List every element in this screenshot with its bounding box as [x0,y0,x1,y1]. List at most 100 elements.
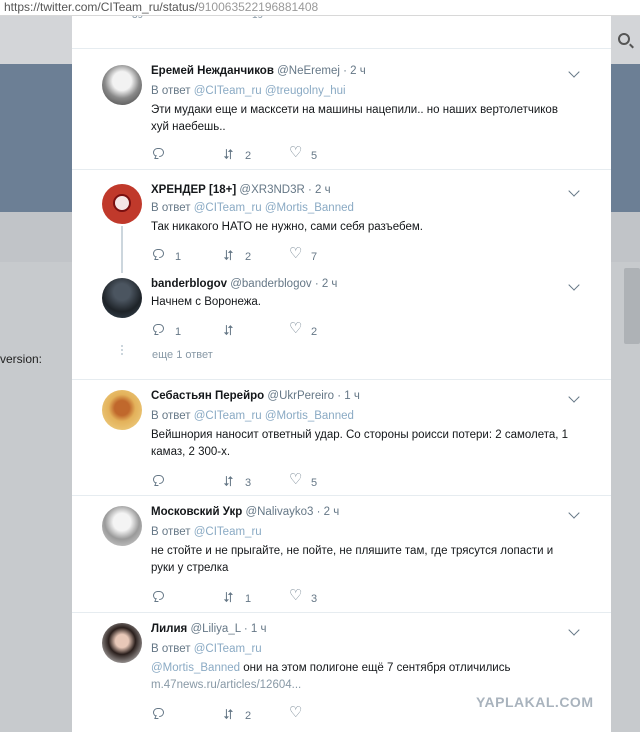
retweet-icon: ⮃ [223,473,235,489]
article-link[interactable]: m.47news.ru/articles/12604... [151,679,301,691]
retweet-count: 1 [245,593,252,605]
tweet-header: Московский Укр @Nalivayko3 · 2 ч [151,506,339,518]
timestamp[interactable]: · 2 ч [343,65,366,77]
reply-prefix: В ответ [151,526,191,538]
search-icon[interactable] [618,33,630,45]
reply-icon [153,249,164,258]
display-name[interactable]: banderblogov [151,278,227,290]
display-name[interactable]: Московский Укр [151,506,242,518]
reply-prefix: В ответ [151,410,191,422]
heart-icon: ♡ [289,704,303,721]
like-count: 5 [311,477,318,489]
chevron-down-icon[interactable] [568,624,580,636]
tweet[interactable]: ХРЕНДЕР [18+] @XR3ND3R · 2 ч В ответ @CI… [72,169,611,273]
retweet-icon: ⮃ [223,146,235,162]
tweet-text: Эти мудаки еще и масксети на машины наце… [151,104,558,133]
avatar[interactable] [102,278,142,318]
reply-icon [153,475,164,484]
avatar[interactable] [102,623,142,663]
reply-icon [153,324,164,333]
tweet-text: не стойте и не прыгайте, не пойте, не пл… [151,545,554,574]
retweet-icon: ⮃ [223,589,235,605]
chevron-down-icon[interactable] [568,185,580,197]
timestamp[interactable]: · 2 ч [317,506,340,518]
tweet-text-body: они на этом полигоне ещё 7 сентября отли… [243,662,511,674]
retweet-count: 2 [245,710,252,722]
tweet[interactable]: Лилия @Liliya_L · 1 ч В ответ @CITeam_ru… [72,612,611,733]
tweet-text: Вейшнория наносит ответный удар. Со стор… [151,429,569,458]
reply-icon [153,591,164,600]
like-count: 7 [311,251,318,263]
reply-to-links[interactable]: @CITeam_ru @treugolny_hui [194,85,346,97]
background-scrollbar[interactable] [624,268,640,344]
url-text: https://twitter.com/CITeam_ru/status/ [4,0,199,14]
timestamp[interactable]: · 1 ч [337,390,360,402]
reply-prefix: В ответ [151,643,191,655]
display-name[interactable]: ХРЕНДЕР [18+] [151,184,236,196]
retweet-count: 3 [245,477,252,489]
tweet[interactable]: banderblogov @banderblogov · 2 ч Начнем … [72,272,611,361]
retweet-icon: ⮃ [223,322,235,338]
retweet-count: 2 [245,251,252,263]
tweet-text: @Mortis_Banned они на этом полигоне ещё … [151,660,571,694]
reply-prefix: В ответ [151,202,191,214]
tweet[interactable]: Еремей Нежданчиков @NeEremej · 2 ч В отв… [72,48,611,169]
background-version-label: version: [0,352,43,366]
reply-context: В ответ @CITeam_ru @treugolny_hui [151,85,346,97]
conversation-panel: 39 19 Еремей Нежданчиков @NeEremej · 2 ч… [72,16,611,732]
display-name[interactable]: Еремей Нежданчиков [151,65,274,77]
avatar[interactable] [102,184,142,224]
reply-context: В ответ @CITeam_ru [151,526,262,538]
heart-icon: ♡ [289,245,303,262]
previous-reply-count: 39 [132,16,143,21]
user-handle[interactable]: @Liliya_L [190,623,240,635]
chevron-down-icon[interactable] [568,279,580,291]
tweet-header: Лилия @Liliya_L · 1 ч [151,623,267,635]
heart-icon: ♡ [289,144,303,161]
user-handle[interactable]: @NeEremej [277,65,340,77]
retweet-icon: ⮃ [223,706,235,722]
user-handle[interactable]: @banderblogov [230,278,311,290]
thread-line [121,226,123,273]
show-more-replies-link[interactable]: еще 1 ответ [152,349,213,361]
timestamp[interactable]: · 2 ч [308,184,331,196]
tweet-actions: ⮃ 2 ♡ 5 [153,144,573,163]
reply-to-links[interactable]: @CITeam_ru [194,526,262,538]
chevron-down-icon[interactable] [568,507,580,519]
reply-to-links[interactable]: @CITeam_ru @Mortis_Banned [194,410,354,422]
tweet-header: Себастьян Перейро @UkrPereiro · 1 ч [151,390,360,402]
reply-prefix: В ответ [151,85,191,97]
avatar[interactable] [102,65,142,105]
user-handle[interactable]: @Nalivayko3 [245,506,313,518]
timestamp[interactable]: · 1 ч [244,623,267,635]
display-name[interactable]: Лилия [151,623,187,635]
heart-icon: ♡ [289,587,303,604]
tweet[interactable]: Московский Укр @Nalivayko3 · 2 ч В ответ… [72,495,611,612]
tweet-actions: ⮃ 3 ♡ 5 [153,471,573,490]
tweet-actions: 1 ⮃ 2 ♡ 7 [153,245,573,264]
display-name[interactable]: Себастьян Перейро [151,390,264,402]
tweet-text: Начнем с Воронежа. [151,296,261,308]
address-bar[interactable]: https://twitter.com/CITeam_ru/status/910… [0,0,640,16]
avatar[interactable] [102,506,142,546]
chevron-down-icon[interactable] [568,66,580,78]
reply-to-links[interactable]: @CITeam_ru [194,643,262,655]
chevron-down-icon[interactable] [568,391,580,403]
reply-icon [153,708,164,717]
user-handle[interactable]: @XR3ND3R [239,184,304,196]
reply-context: В ответ @CITeam_ru @Mortis_Banned [151,410,354,422]
avatar[interactable] [102,390,142,430]
user-handle[interactable]: @UkrPereiro [267,390,334,402]
reply-count: 1 [175,326,182,338]
reply-count: 1 [175,251,182,263]
previous-tweet-actions: 39 19 [72,16,611,26]
timestamp[interactable]: · 2 ч [315,278,338,290]
reply-to-links[interactable]: @CITeam_ru @Mortis_Banned [194,202,354,214]
heart-icon: ♡ [289,320,303,337]
mention-link[interactable]: @Mortis_Banned [151,662,240,674]
watermark-logo: YAPLAKAL.COM [476,694,594,710]
heart-icon: ♡ [289,471,303,488]
tweet[interactable]: Себастьян Перейро @UkrPereiro · 1 ч В от… [72,379,611,496]
retweet-count: 2 [245,150,252,162]
retweet-icon: ⮃ [223,247,235,263]
